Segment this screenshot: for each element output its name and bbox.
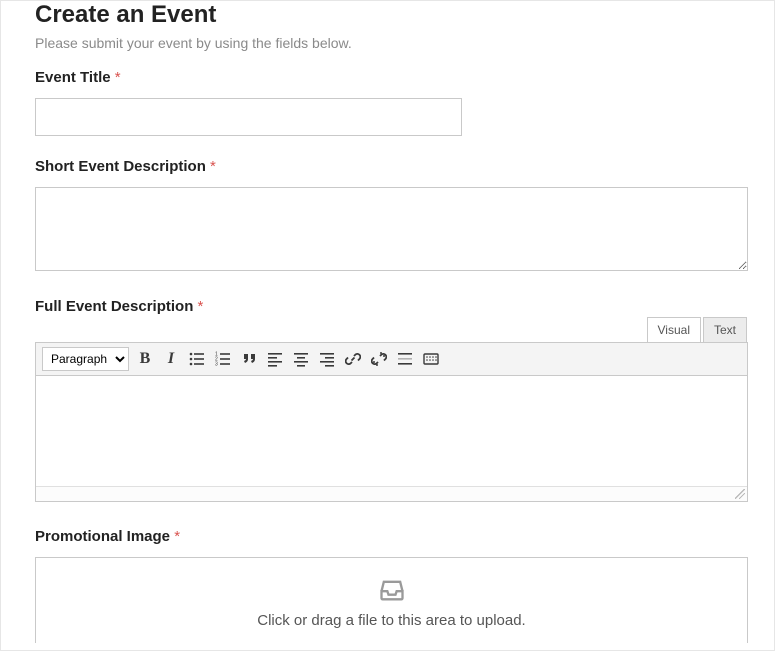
field-promotional-image: Promotional Image * Click or drag a file… xyxy=(35,528,748,643)
svg-text:3: 3 xyxy=(215,362,218,368)
align-right-icon xyxy=(319,351,335,367)
list-ol-icon: 123 xyxy=(215,351,231,367)
field-short-description: Short Event Description * xyxy=(35,158,748,276)
label-text: Event Title xyxy=(35,69,111,86)
label-short-description: Short Event Description * xyxy=(35,158,748,175)
required-marker: * xyxy=(198,298,204,315)
read-more-icon xyxy=(397,351,413,367)
full-description-editor[interactable] xyxy=(36,376,747,486)
label-event-title: Event Title * xyxy=(35,69,748,86)
bulleted-list-button[interactable] xyxy=(187,349,207,369)
editor-toolbar: Paragraph B I 123 xyxy=(36,343,747,376)
bold-button[interactable]: B xyxy=(135,349,155,369)
align-center-button[interactable] xyxy=(291,349,311,369)
align-center-icon xyxy=(293,351,309,367)
align-left-icon xyxy=(267,351,283,367)
format-select[interactable]: Paragraph xyxy=(42,347,129,371)
numbered-list-button[interactable]: 123 xyxy=(213,349,233,369)
label-full-description: Full Event Description * xyxy=(35,298,748,315)
insert-more-button[interactable] xyxy=(395,349,415,369)
upload-instruction: Click or drag a file to this area to upl… xyxy=(46,612,737,629)
editor-resize-handle[interactable] xyxy=(36,486,747,501)
align-left-button[interactable] xyxy=(265,349,285,369)
field-full-description: Full Event Description * Visual Text Par… xyxy=(35,298,748,502)
label-text: Promotional Image xyxy=(35,528,170,545)
label-promotional-image: Promotional Image * xyxy=(35,528,748,545)
required-marker: * xyxy=(210,158,216,175)
blockquote-button[interactable] xyxy=(239,349,259,369)
label-text: Short Event Description xyxy=(35,158,206,175)
label-text: Full Event Description xyxy=(35,298,193,315)
editor-mode-tabs: Visual Text xyxy=(35,317,748,343)
file-upload-dropzone[interactable]: Click or drag a file to this area to upl… xyxy=(35,557,748,643)
field-event-title: Event Title * xyxy=(35,69,748,136)
link-icon xyxy=(345,351,361,367)
event-title-input[interactable] xyxy=(35,98,462,136)
quote-icon xyxy=(241,351,257,367)
short-description-textarea[interactable] xyxy=(35,187,748,271)
insert-link-button[interactable] xyxy=(343,349,363,369)
keyboard-icon xyxy=(423,351,439,367)
page-title: Create an Event xyxy=(35,1,748,29)
required-marker: * xyxy=(174,528,180,545)
tab-text[interactable]: Text xyxy=(703,317,747,343)
unlink-button[interactable] xyxy=(369,349,389,369)
editor-container: Paragraph B I 123 xyxy=(35,342,748,502)
inbox-icon xyxy=(378,576,406,604)
required-marker: * xyxy=(115,69,121,86)
list-ul-icon xyxy=(189,351,205,367)
form-page: Create an Event Please submit your event… xyxy=(0,0,775,651)
toolbar-toggle-button[interactable] xyxy=(421,349,441,369)
tab-visual[interactable]: Visual xyxy=(647,317,701,343)
unlink-icon xyxy=(371,351,387,367)
rich-text-editor: Visual Text Paragraph B I 123 xyxy=(35,317,748,502)
page-subtitle: Please submit your event by using the fi… xyxy=(35,35,748,51)
align-right-button[interactable] xyxy=(317,349,337,369)
italic-button[interactable]: I xyxy=(161,349,181,369)
